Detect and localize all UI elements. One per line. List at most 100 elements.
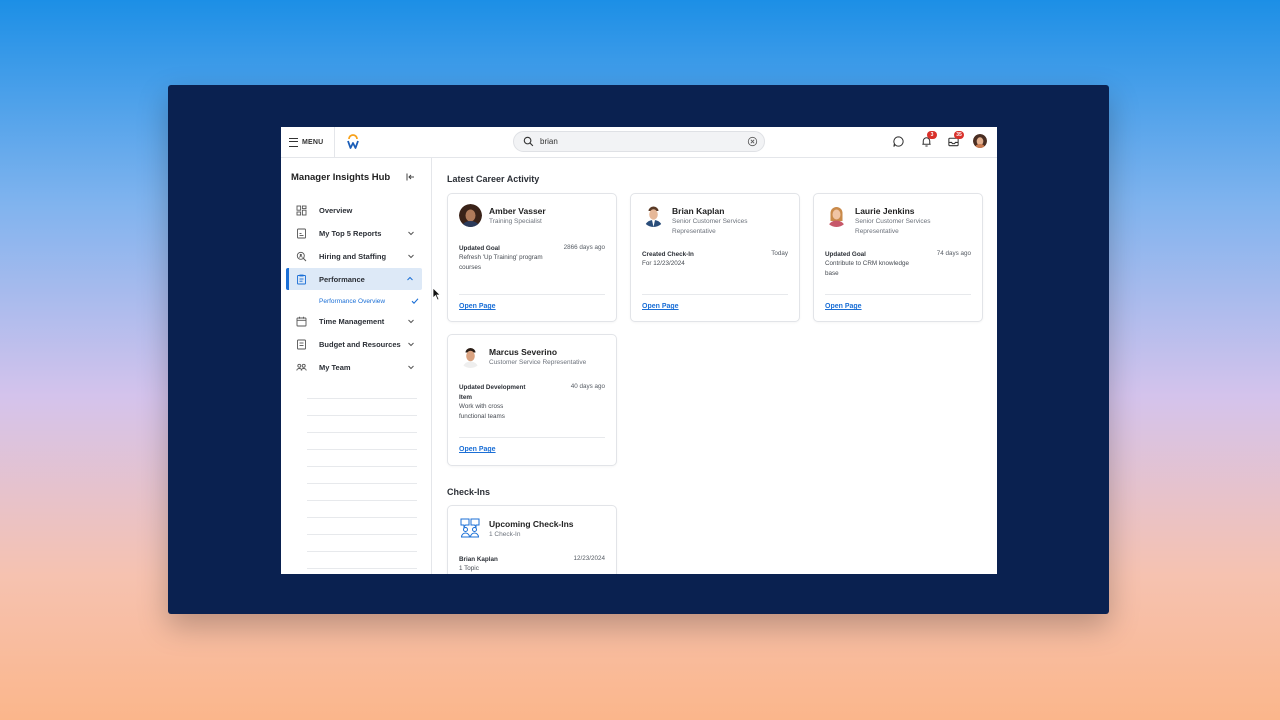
sidebar-item-hiring-and-staffing[interactable]: Hiring and Staffing (287, 245, 423, 267)
menu-label: MENU (302, 138, 324, 146)
grid-icon (296, 205, 307, 215)
skeleton-line (307, 432, 417, 433)
divider (459, 294, 605, 295)
skeleton-line (307, 466, 417, 467)
app-window: MENU brian 3 35 Manager Insights Hub Ove… (281, 127, 997, 574)
sidebar-subitem-label: Performance Overview (319, 297, 386, 305)
sidebar-item-label: My Team (319, 362, 351, 372)
chevron-down-icon (408, 365, 414, 370)
activity-description: Refresh 'Up Training' program courses (459, 254, 543, 271)
chevron-down-icon (408, 254, 414, 259)
sidebar-item-label: Time Management (319, 316, 385, 326)
skeleton-line (307, 449, 417, 450)
person-name: Laurie Jenkins (855, 206, 915, 216)
sidebar-item-performance[interactable]: Performance (286, 268, 422, 290)
divider (334, 127, 335, 157)
chevron-down-icon (408, 342, 414, 347)
skeleton-line (307, 534, 417, 535)
career-card-amber-vasser: Amber Vasser Training Specialist Updated… (447, 193, 617, 322)
checkin-people-icon (460, 518, 480, 538)
person-role: Senior Customer Services Representative (855, 218, 931, 235)
activity-description: Contribute to CRM knowledge base (825, 260, 909, 277)
notifications-button[interactable]: 3 (920, 131, 937, 148)
divider (825, 294, 971, 295)
search-bar[interactable]: brian (513, 131, 765, 152)
document-icon (297, 339, 306, 349)
skeleton-line (307, 517, 417, 518)
career-card-brian-kaplan: Brian Kaplan Senior Customer Services Re… (630, 193, 800, 322)
career-card-laurie-jenkins: Laurie Jenkins Senior Customer Services … (813, 193, 983, 322)
person-name: Marcus Severino (489, 347, 558, 357)
career-card-marcus-severino: Marcus Severino Customer Service Represe… (447, 334, 617, 466)
clipboard-icon (297, 274, 306, 284)
mouse-cursor-icon (432, 287, 441, 301)
sidebar: Manager Insights Hub Overview My Top 5 R… (281, 158, 432, 574)
chevron-down-icon (408, 231, 414, 236)
divider (459, 437, 605, 438)
person-role: Training Specialist (489, 218, 542, 225)
skeleton-line (307, 551, 417, 552)
skeleton-line (307, 568, 417, 569)
section-title-checkins: Check-Ins (447, 487, 491, 497)
sidebar-item-budget-and-resources[interactable]: Budget and Resources (287, 333, 423, 355)
sidebar-item-label: Overview (319, 205, 353, 215)
section-title-career: Latest Career Activity (447, 174, 540, 184)
inbox-badge: 35 (954, 131, 964, 139)
user-avatar[interactable] (973, 134, 987, 148)
notifications-badge: 3 (927, 131, 937, 139)
sidebar-title: Manager Insights Hub (291, 172, 391, 183)
person-name: Brian Kaplan (672, 206, 725, 216)
chat-icon[interactable] (892, 135, 905, 148)
open-page-link[interactable]: Open Page (459, 303, 496, 310)
main-content: Latest Career Activity Amber Vasser Trai… (432, 158, 997, 574)
checkmark-icon (411, 298, 419, 304)
sidebar-item-my-top-5-reports[interactable]: My Top 5 Reports (287, 222, 423, 244)
skeleton-line (307, 415, 417, 416)
skeleton-line (307, 500, 417, 501)
top-bar: MENU brian 3 35 (281, 127, 997, 158)
search-input[interactable]: brian (540, 137, 558, 146)
divider (642, 294, 788, 295)
checkin-count: 1 Check-In (489, 531, 521, 538)
sidebar-item-time-management[interactable]: Time Management (287, 310, 423, 332)
person-name: Amber Vasser (489, 206, 546, 216)
menu-button[interactable]: MENU (289, 135, 323, 149)
sidebar-item-label: Hiring and Staffing (319, 251, 387, 261)
search-person-icon (296, 251, 307, 261)
upcoming-checkins-card: Upcoming Check-Ins 1 Check-In Brian Kapl… (447, 505, 617, 574)
activity-time: 40 days ago (570, 383, 605, 390)
open-page-link[interactable]: Open Page (642, 303, 679, 310)
person-role: Customer Service Representative (489, 359, 587, 366)
activity-description: For 12/23/2024 (642, 260, 685, 267)
hamburger-icon (289, 137, 298, 147)
inbox-button[interactable]: 35 (947, 131, 964, 148)
open-page-link[interactable]: Open Page (459, 446, 496, 453)
avatar (459, 345, 482, 368)
skeleton-line (307, 398, 417, 399)
chevron-down-icon (408, 319, 414, 324)
person-role: Senior Customer Services Representative (672, 218, 748, 235)
activity-time: 2866 days ago (563, 244, 605, 251)
sidebar-item-overview[interactable]: Overview (287, 199, 423, 221)
report-icon (297, 228, 306, 238)
sidebar-item-label: Performance (319, 274, 365, 284)
sidebar-subitem-performance-overview[interactable]: Performance Overview (319, 295, 419, 307)
sidebar-item-my-team[interactable]: My Team (287, 356, 423, 378)
collapse-sidebar-icon[interactable] (405, 172, 415, 182)
workday-logo-icon[interactable] (346, 133, 360, 150)
team-icon (296, 363, 307, 371)
calendar-icon (296, 316, 307, 326)
activity-description: Work with cross functional teams (459, 403, 505, 420)
checkin-topics: 1 Topic (459, 565, 479, 572)
sidebar-item-label: My Top 5 Reports (319, 228, 382, 238)
activity-type: Updated Development Item (459, 384, 526, 401)
sidebar-item-label: Budget and Resources (319, 339, 401, 349)
search-icon (523, 136, 534, 147)
open-page-link[interactable]: Open Page (825, 303, 862, 310)
avatar (642, 204, 665, 227)
avatar (459, 204, 482, 227)
checkin-date: 12/23/2024 (573, 555, 605, 562)
activity-time: Today (771, 250, 788, 257)
chevron-up-icon (407, 276, 413, 281)
clear-search-icon[interactable] (747, 136, 758, 147)
